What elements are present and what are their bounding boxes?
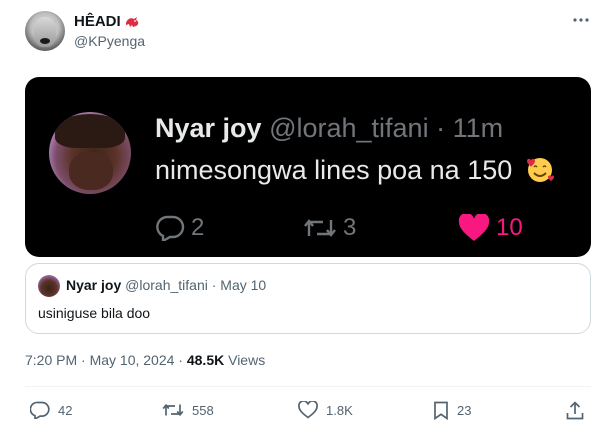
repost-icon bbox=[304, 219, 336, 237]
reply-button[interactable]: 42 bbox=[30, 400, 72, 420]
screenshot-likes: 10 bbox=[458, 214, 523, 242]
divider bbox=[25, 386, 591, 387]
share-button[interactable] bbox=[566, 400, 584, 420]
quoted-text: usiniguse bila doo bbox=[38, 305, 151, 321]
screenshot-handle: @lorah_tifani bbox=[269, 113, 429, 143]
views-count: 48.5K bbox=[186, 352, 225, 368]
quoted-header: Nyar joy @lorah_tifani · May 10 bbox=[66, 277, 266, 293]
quoted-name: Nyar joy bbox=[66, 277, 122, 293]
screenshot-text: nimesongwa lines poa na 150 bbox=[155, 155, 556, 186]
smiling-face-with-hearts-emoji-icon bbox=[524, 155, 556, 183]
screenshot-reposts: 3 bbox=[303, 214, 356, 242]
screenshot-name: Nyar joy bbox=[155, 113, 262, 143]
quoted-date: · May 10 bbox=[211, 277, 267, 293]
screenshot-replies: 2 bbox=[155, 214, 204, 242]
bookmark-button[interactable]: 23 bbox=[433, 400, 471, 420]
screenshot-likes-count: 10 bbox=[496, 214, 523, 241]
bookmark-icon bbox=[434, 401, 448, 420]
avatar-mouth bbox=[40, 38, 50, 44]
quoted-post[interactable]: Nyar joy @lorah_tifani · May 10 usinigus… bbox=[25, 263, 591, 334]
screenshot-header: Nyar joy @lorah_tifani · 11m bbox=[155, 113, 503, 144]
share-icon bbox=[566, 400, 584, 419]
red-dragon-emoji-icon bbox=[125, 16, 140, 28]
post-timestamp[interactable]: 7:20 PM · May 10, 2024 · bbox=[25, 352, 187, 368]
quoted-handle: @lorah_tifani bbox=[125, 277, 208, 293]
more-horizontal-icon[interactable] bbox=[571, 12, 591, 28]
author-name[interactable]: HÊADI bbox=[74, 13, 140, 30]
tweet: HÊADI @KPyenga Nyar joy @lorah_tifani · … bbox=[0, 0, 612, 437]
repost-button[interactable]: 558 bbox=[162, 400, 214, 420]
post-meta: 7:20 PM · May 10, 2024 · 48.5K Views bbox=[25, 352, 265, 368]
like-button[interactable]: 1.8K bbox=[298, 400, 353, 420]
repost-icon bbox=[162, 403, 184, 417]
bookmark-count: 23 bbox=[457, 402, 472, 418]
attached-screenshot-image[interactable]: Nyar joy @lorah_tifani · 11m nimesongwa … bbox=[25, 77, 591, 257]
avatar-face bbox=[69, 152, 113, 190]
quoted-avatar bbox=[38, 275, 60, 297]
author-handle[interactable]: @KPyenga bbox=[74, 33, 145, 49]
avatar-hair bbox=[55, 114, 125, 148]
repost-count: 558 bbox=[192, 402, 214, 418]
views-label: Views bbox=[224, 352, 266, 368]
heart-filled-icon bbox=[458, 214, 490, 241]
like-count: 1.8K bbox=[326, 402, 353, 418]
screenshot-time: · 11m bbox=[436, 113, 504, 143]
reply-icon bbox=[30, 401, 50, 419]
reply-count: 42 bbox=[58, 402, 73, 418]
screenshot-avatar bbox=[49, 112, 131, 194]
heart-icon bbox=[298, 401, 318, 419]
screenshot-text-body: nimesongwa lines poa na 150 bbox=[155, 155, 513, 185]
screenshot-replies-count: 2 bbox=[191, 214, 205, 241]
author-avatar[interactable] bbox=[25, 11, 65, 51]
author-name-text: HÊADI bbox=[74, 13, 121, 30]
screenshot-reposts-count: 3 bbox=[343, 214, 357, 241]
reply-icon bbox=[156, 215, 185, 241]
